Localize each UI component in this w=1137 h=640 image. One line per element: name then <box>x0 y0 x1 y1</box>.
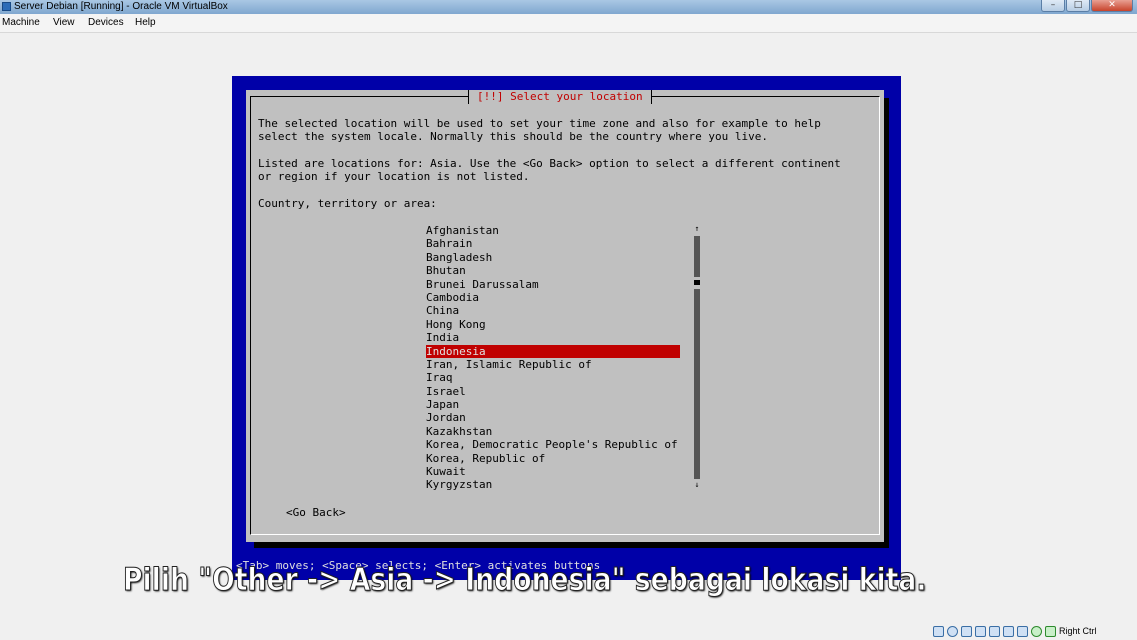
list-item[interactable]: Bhutan <box>426 264 686 277</box>
list-item[interactable]: Afghanistan <box>426 224 686 237</box>
scrollbar-thumb[interactable] <box>694 280 700 285</box>
list-item[interactable]: Korea, Democratic People's Republic of <box>426 438 686 451</box>
list-item[interactable]: Iraq <box>426 371 686 384</box>
list-item[interactable]: Cambodia <box>426 291 686 304</box>
list-item[interactable]: Japan <box>426 398 686 411</box>
shared-folders-icon[interactable] <box>989 625 1000 637</box>
description-line: The selected location will be used to se… <box>258 117 821 130</box>
scroll-down-arrow-icon[interactable]: ↓ <box>693 481 701 489</box>
list-item[interactable]: Kyrgyzstan <box>426 478 686 491</box>
country-list[interactable]: Afghanistan Bahrain Bangladesh Bhutan Brunei… <box>426 224 686 492</box>
scrollbar-track <box>694 236 700 277</box>
list-item[interactable]: China <box>426 304 686 317</box>
network-icon[interactable] <box>975 625 986 637</box>
host-key-label: Right Ctrl <box>1059 626 1097 636</box>
menu-machine[interactable]: Machine <box>2 17 40 28</box>
window-controls: – □ ✕ <box>1041 0 1133 12</box>
list-item[interactable]: Kazakhstan <box>426 425 686 438</box>
list-item[interactable]: India <box>426 331 686 344</box>
list-item[interactable]: Bangladesh <box>426 251 686 264</box>
go-back-button[interactable]: <Go Back> <box>286 506 346 519</box>
guest-additions-icon[interactable] <box>1031 625 1042 637</box>
menu-devices[interactable]: Devices <box>88 17 124 28</box>
video-capture-icon[interactable] <box>1017 625 1028 637</box>
display-icon[interactable] <box>1003 625 1014 637</box>
scroll-up-arrow-icon[interactable]: ↑ <box>693 225 701 233</box>
maximize-button[interactable]: □ <box>1066 0 1090 12</box>
list-item[interactable]: Korea, Republic of <box>426 452 686 465</box>
description-line: or region if your location is not listed… <box>258 170 530 183</box>
description-line: select the system locale. Normally this … <box>258 130 768 143</box>
list-item[interactable]: Hong Kong <box>426 318 686 331</box>
list-item[interactable]: Jordan <box>426 411 686 424</box>
list-item[interactable]: Kuwait <box>426 465 686 478</box>
country-prompt: Country, territory or area: <box>258 197 437 210</box>
window-title: Server Debian [Running] - Oracle VM Virt… <box>14 1 228 12</box>
window-title-bar[interactable]: Server Debian [Running] - Oracle VM Virt… <box>0 0 1137 14</box>
menu-view[interactable]: View <box>53 17 75 28</box>
list-item[interactable]: Bahrain <box>426 237 686 250</box>
list-item[interactable]: Brunei Darussalam <box>426 278 686 291</box>
description-line: Listed are locations for: Asia. Use the … <box>258 157 841 170</box>
list-item[interactable]: Israel <box>426 385 686 398</box>
video-subtitle: Pilih "Other -> Asia -> Indonesia" sebag… <box>123 562 927 599</box>
optical-drive-icon[interactable] <box>947 625 958 637</box>
hard-disk-icon[interactable] <box>933 625 944 637</box>
virtualbox-app-icon <box>2 2 11 11</box>
vm-status-tray: Right Ctrl <box>933 622 1137 640</box>
usb-icon[interactable] <box>961 625 972 637</box>
dialog-title: [!!] Select your location <box>468 90 652 104</box>
list-item-selected[interactable]: Indonesia <box>426 344 680 358</box>
list-item[interactable]: Iran, Islamic Republic of <box>426 358 686 371</box>
menu-bar: Machine View Devices Help <box>0 14 1137 33</box>
keyboard-capture-icon[interactable] <box>1045 625 1056 637</box>
close-button[interactable]: ✕ <box>1091 0 1133 12</box>
country-list-scrollbar[interactable]: ↑ ↓ <box>693 225 701 489</box>
menu-help[interactable]: Help <box>135 17 156 28</box>
minimize-button[interactable]: – <box>1041 0 1065 12</box>
scrollbar-track <box>694 289 700 479</box>
